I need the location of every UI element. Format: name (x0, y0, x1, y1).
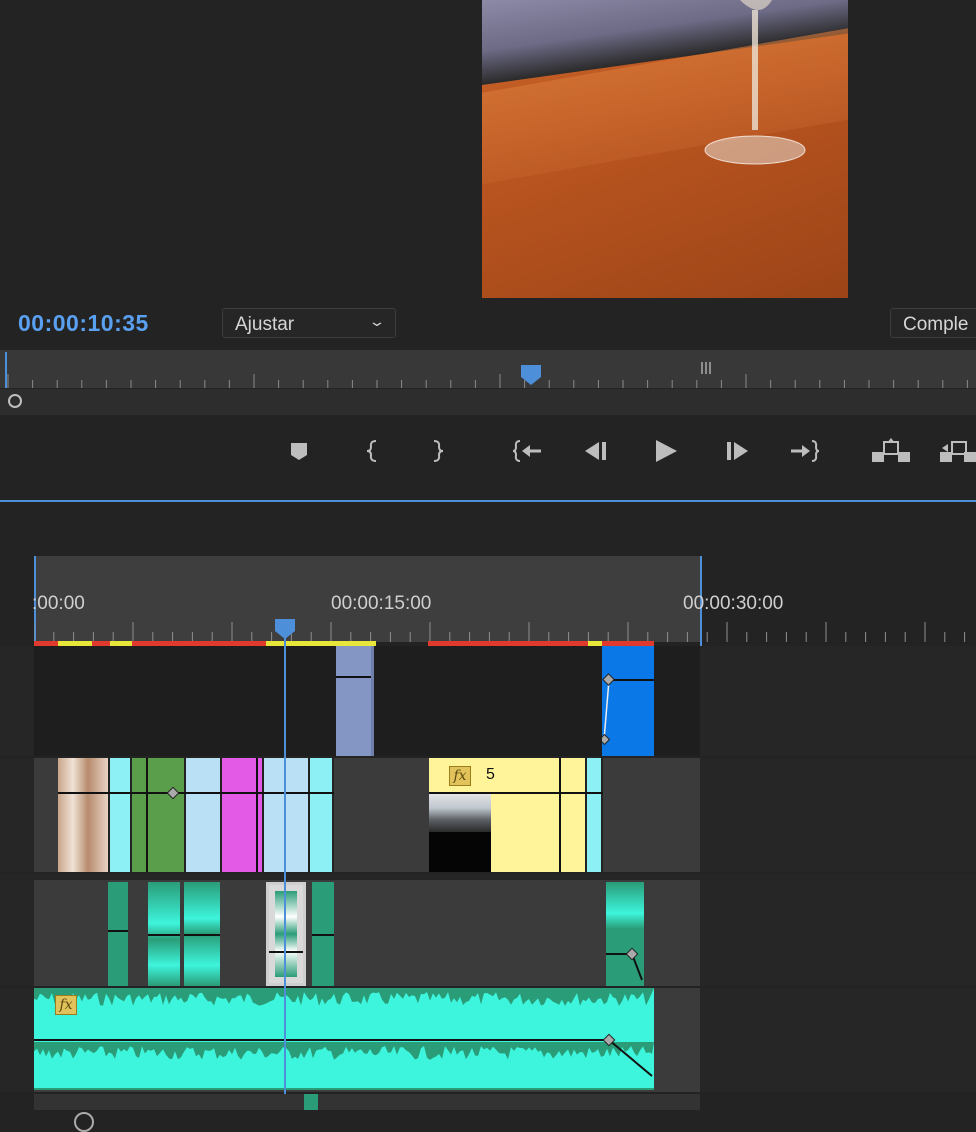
music-waveform (34, 988, 654, 1077)
clip-v1-cyan-3[interactable] (587, 758, 603, 872)
opacity-line (587, 792, 603, 794)
play-button[interactable] (650, 436, 682, 466)
timeline-zoom-handle[interactable] (74, 1112, 94, 1132)
track-a1 (0, 874, 976, 986)
opacity-keyframes (602, 673, 654, 746)
marker-icon (701, 362, 711, 374)
audio-clip-a1-3[interactable] (184, 882, 220, 986)
add-marker-button[interactable] (283, 436, 315, 466)
volume-line (108, 930, 128, 932)
volume-keyframes (606, 947, 643, 981)
marker-add-icon (291, 443, 307, 460)
timeline-playhead[interactable] (274, 618, 296, 640)
timeline-scrollbar[interactable] (34, 1094, 700, 1110)
play-icon (656, 440, 677, 462)
monitor-time-ruler[interactable] (0, 350, 976, 388)
volume-line (148, 934, 180, 936)
clip-v1-lightblue-1[interactable] (186, 758, 222, 872)
fx-badge-icon[interactable]: fx (449, 766, 471, 786)
chevron-down-icon: ⌄ (368, 313, 386, 329)
fx-badge-icon[interactable]: fx (55, 995, 77, 1015)
go-to-out-icon (791, 440, 820, 462)
nested-clip-number: 5 (486, 766, 495, 783)
selected-waveform (275, 891, 297, 977)
extract-icon (940, 441, 976, 462)
ruler-label-30s: 00:00:30:00 (683, 593, 784, 614)
clip-thumbnail-black (429, 832, 491, 872)
keyframe-icon (166, 786, 180, 800)
volume-line (312, 934, 334, 936)
clip-v1-thumbnail-shop[interactable] (58, 758, 110, 872)
monitor-ruler-ticks (7, 374, 968, 388)
video-preview (482, 0, 848, 298)
track-a1-area[interactable] (34, 880, 700, 986)
ruler-label-15s: 00:00:15:00 (331, 593, 432, 614)
opacity-line (264, 792, 310, 794)
timeline-ruler-ticks (34, 622, 966, 642)
opacity-line (336, 676, 371, 678)
mark-in-icon (366, 440, 377, 462)
audio-clip-a1-selected[interactable] (266, 882, 306, 986)
extract-button[interactable] (940, 436, 976, 466)
playhead-timecode[interactable]: 00:00:10:35 (18, 310, 149, 337)
volume-line (184, 934, 220, 936)
fit-dropdown[interactable]: Ajustar ⌄ (222, 308, 396, 338)
go-to-out-button[interactable] (789, 436, 821, 466)
clip-v1-green[interactable] (132, 758, 186, 872)
opacity-line (186, 792, 222, 794)
resolution-label: Comple (903, 314, 969, 335)
edit-line (256, 758, 258, 872)
program-monitor: 00:00:10:35 Ajustar ⌄ Comple (0, 0, 976, 500)
monitor-zoom-bar[interactable] (0, 389, 976, 415)
audio-clip-a2-music[interactable] (34, 988, 654, 1090)
clip-v1-cyan-2[interactable] (310, 758, 334, 872)
opacity-line (310, 792, 334, 794)
audio-clip-a1-5[interactable] (606, 882, 644, 986)
clip-v1-yellow[interactable] (491, 758, 587, 872)
mark-out-icon (433, 440, 444, 462)
clip-v1-lightblue-2[interactable] (264, 758, 310, 872)
edit-line (146, 758, 148, 872)
in-point-marker (5, 352, 7, 388)
audio-clip-a1-2[interactable] (148, 882, 180, 986)
go-to-in-icon (512, 440, 541, 462)
opacity-line (110, 792, 132, 794)
volume-line (269, 951, 303, 953)
track-v2 (0, 646, 976, 756)
playback-resolution-dropdown[interactable]: Comple (890, 308, 976, 338)
clip-v1-cyan-1[interactable] (110, 758, 132, 872)
lift-icon (872, 438, 910, 462)
step-back-button[interactable] (580, 436, 612, 466)
zoom-handle[interactable] (8, 394, 22, 408)
scroll-indicator (304, 1094, 318, 1110)
mark-out-button[interactable] (421, 436, 453, 466)
opacity-line (58, 792, 110, 794)
step-forward-button[interactable] (721, 436, 753, 466)
clip-thumbnail-image (429, 792, 491, 832)
wine-glass-image (704, 0, 806, 165)
lift-button[interactable] (872, 436, 912, 466)
clip-v1-magenta[interactable] (222, 758, 264, 872)
opacity-line (222, 792, 264, 794)
nested-opacity-line (429, 792, 587, 794)
clip-v2-blue[interactable] (602, 646, 654, 756)
monitor-playhead[interactable] (520, 364, 542, 386)
clip-v2-slate[interactable] (336, 646, 374, 756)
audio-clip-a1-1[interactable] (108, 882, 128, 986)
timeline-playhead-line (284, 630, 286, 1110)
step-back-icon (585, 442, 606, 460)
step-forward-icon (727, 442, 748, 460)
go-to-in-button[interactable] (511, 436, 543, 466)
ruler-label-start: :00:00 (32, 593, 85, 614)
audio-clip-a1-4[interactable] (312, 882, 334, 986)
mark-in-button[interactable] (357, 436, 389, 466)
edit-line (559, 758, 561, 872)
fit-dropdown-label: Ajustar (235, 314, 295, 335)
